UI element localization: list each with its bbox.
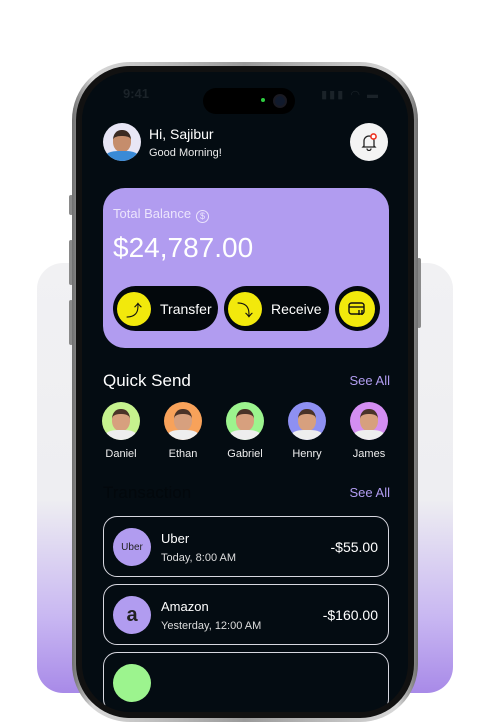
transaction-row[interactable]: Uber Uber Today, 8:00 AM -$55.00 [103, 516, 389, 577]
app-screen: 9:41 ▮▮▮ ◠ ▬ Hi, Sajibur Good Morning! T… [82, 72, 408, 712]
transaction-date: Today, 8:00 AM [161, 552, 237, 564]
contact-avatar [164, 402, 202, 440]
quick-send-contact[interactable]: Gabriel [225, 402, 265, 460]
amazon-logo: a [113, 596, 151, 634]
uber-logo: Uber [113, 528, 151, 566]
contact-avatar [226, 402, 264, 440]
phone-frame: 9:41 ▮▮▮ ◠ ▬ Hi, Sajibur Good Morning! T… [72, 62, 418, 722]
receive-button[interactable]: ⤵ Receive [224, 286, 329, 331]
user-avatar[interactable] [103, 123, 141, 161]
greeting: Hi, Sajibur [149, 126, 214, 142]
transaction-amount: -$160.00 [322, 607, 378, 623]
quick-send-title: Quick Send [103, 371, 191, 390]
transaction-row[interactable]: a Amazon Yesterday, 12:00 AM -$160.00 [103, 584, 389, 645]
card-transactions-button[interactable] [335, 286, 380, 331]
contact-name: Ethan [168, 448, 198, 460]
transaction-name: Uber [161, 531, 190, 546]
dynamic-island [203, 88, 295, 114]
card-exchange-icon [339, 290, 375, 327]
arrow-up-icon: ⤴ [117, 291, 151, 326]
notification-button[interactable] [350, 123, 388, 161]
bell-icon [361, 133, 377, 151]
transaction-row[interactable] [103, 652, 389, 712]
status-time: 9:41 [123, 86, 150, 101]
contact-avatar [350, 402, 388, 440]
balance-card: Total Balance $ $24,787.00 ⤴ Transfer ⤵ Rec… [103, 188, 389, 348]
greeting-subtitle: Good Morning! [149, 147, 222, 159]
quick-send-contact[interactable]: James [349, 402, 389, 460]
arrow-down-icon: ⤵ [228, 291, 262, 326]
transactions-see-all[interactable]: See All [350, 485, 390, 500]
transaction-name: Amazon [161, 599, 209, 614]
camera-icon [273, 94, 287, 108]
contact-avatar [102, 402, 140, 440]
contact-name: James [352, 448, 386, 460]
transfer-button[interactable]: ⤴ Transfer [113, 286, 218, 331]
transaction-date: Yesterday, 12:00 AM [161, 620, 262, 632]
balance-amount: $24,787.00 [113, 232, 254, 263]
receive-label: Receive [271, 300, 322, 317]
balance-label: Total Balance [113, 206, 192, 221]
transaction-amount: -$55.00 [330, 539, 378, 555]
contact-name: Daniel [105, 448, 137, 460]
contact-name: Henry [292, 448, 322, 460]
transfer-label: Transfer [160, 300, 212, 317]
contact-name: Gabriel [227, 448, 263, 460]
transaction-logo [113, 664, 151, 702]
quick-send-see-all[interactable]: See All [350, 373, 390, 388]
dollar-coin-icon: $ [196, 210, 210, 223]
quick-send-contact[interactable]: Ethan [163, 402, 203, 460]
transaction-title: Transaction [103, 483, 192, 502]
status-icons: ▮▮▮ ◠ ▬ [321, 89, 380, 101]
quick-send-contact[interactable]: Daniel [101, 402, 141, 460]
contact-avatar [288, 402, 326, 440]
quick-send-contact[interactable]: Henry [287, 402, 327, 460]
